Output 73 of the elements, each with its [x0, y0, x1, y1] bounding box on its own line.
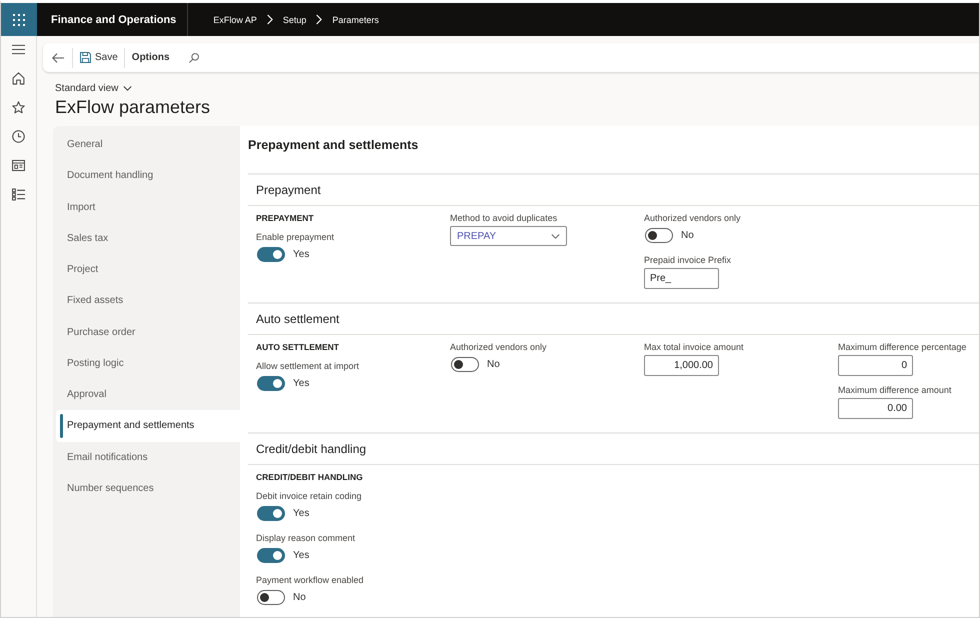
field-label: Method to avoid duplicates [450, 212, 558, 224]
field-label: Authorized vendors only [450, 341, 548, 353]
field-label: Enable prepayment [256, 231, 336, 243]
vertical-tab[interactable]: Import [56, 192, 240, 223]
vertical-tab[interactable]: Email notifications [56, 442, 240, 473]
vertical-tab[interactable]: Fixed assets [56, 285, 240, 316]
toggle-value: No [487, 358, 500, 370]
page-title: ExFlow parameters [55, 96, 212, 119]
workspace-icon[interactable] [12, 159, 25, 172]
vertical-tab[interactable]: General [56, 129, 240, 160]
field-label: Prepaid invoice Prefix [644, 254, 732, 266]
toggle-switch[interactable] [451, 356, 479, 372]
toggle-switch[interactable] [645, 228, 673, 242]
field-label: Debit invoice retain coding [256, 490, 363, 502]
field-label: Payment workflow enabled [256, 574, 365, 586]
chevron-right-icon [316, 14, 322, 25]
breadcrumb-link[interactable]: ExFlow AP [213, 14, 257, 24]
search-icon[interactable] [188, 52, 199, 62]
field-label: Authorized vendors only [644, 212, 742, 224]
breadcrumb-link[interactable]: Setup [282, 14, 306, 24]
toggle-switch[interactable] [257, 376, 285, 390]
vertical-tab[interactable]: Posting logic [56, 348, 240, 379]
star-icon[interactable] [12, 101, 25, 114]
toggle-switch[interactable] [257, 548, 285, 562]
clock-icon[interactable] [12, 130, 25, 143]
toggle-value: Yes [293, 378, 310, 388]
group-label: CREDIT/DEBIT HANDLING [256, 471, 364, 483]
save-icon [80, 52, 91, 63]
chevron-down-icon [551, 234, 560, 238]
app-launcher-button[interactable] [1, 3, 37, 36]
field-label: Allow settlement at import [256, 360, 360, 372]
input-field[interactable]: 0.00 [838, 398, 913, 419]
vertical-tab[interactable]: Project [56, 254, 240, 286]
field-label: Max total invoice amount [644, 341, 745, 353]
toggle-switch[interactable] [257, 246, 285, 262]
input-field[interactable]: Pre_ [644, 268, 719, 289]
list-icon[interactable] [12, 188, 25, 201]
vertical-tab[interactable]: Purchase order [56, 316, 240, 348]
vertical-tab[interactable]: Prepayment and settlements [56, 410, 240, 442]
back-arrow-icon[interactable] [52, 52, 64, 62]
section-header[interactable]: Credit/debit handling [248, 434, 979, 465]
dropdown-field[interactable]: PREPAY [450, 226, 567, 246]
toggle-value: Yes [293, 550, 310, 560]
pane-title: Prepayment and settlements [248, 137, 420, 154]
vertical-tab[interactable]: Document handling [56, 160, 240, 192]
group-label: PREPAYMENT [256, 212, 315, 224]
input-field[interactable]: 1,000.00 [644, 355, 719, 376]
section-header[interactable]: Prepayment [248, 175, 979, 206]
group-label: AUTO SETTLEMENT [256, 341, 340, 353]
breadcrumb-link[interactable]: Parameters [332, 14, 379, 24]
toggle-switch[interactable] [257, 506, 285, 520]
view-selector[interactable]: Standard view [55, 81, 132, 95]
vertical-tab[interactable]: Approval [56, 379, 240, 410]
input-field[interactable]: 0 [838, 355, 913, 376]
field-label: Display reason comment [256, 532, 356, 544]
vertical-tab[interactable]: Number sequences [56, 472, 240, 504]
menu-icon[interactable] [12, 43, 25, 56]
toggle-value: No [293, 592, 306, 602]
save-button[interactable]: Save [73, 46, 124, 70]
section-header[interactable]: Auto settlement [248, 304, 979, 335]
options-button[interactable]: Options [124, 46, 176, 70]
toggle-switch[interactable] [257, 590, 285, 604]
field-label: Maximum difference amount [838, 384, 952, 396]
chevron-right-icon [266, 14, 273, 25]
home-icon[interactable] [12, 72, 25, 85]
field-label: Maximum difference percentage [838, 341, 968, 353]
toggle-value: Yes [293, 248, 310, 260]
chevron-down-icon [123, 86, 132, 90]
toggle-value: Yes [293, 508, 310, 518]
vertical-tab[interactable]: Sales tax [56, 222, 240, 254]
app-title: Finance and Operations [51, 14, 176, 26]
waffle-icon [13, 14, 25, 26]
toggle-value: No [681, 230, 694, 240]
